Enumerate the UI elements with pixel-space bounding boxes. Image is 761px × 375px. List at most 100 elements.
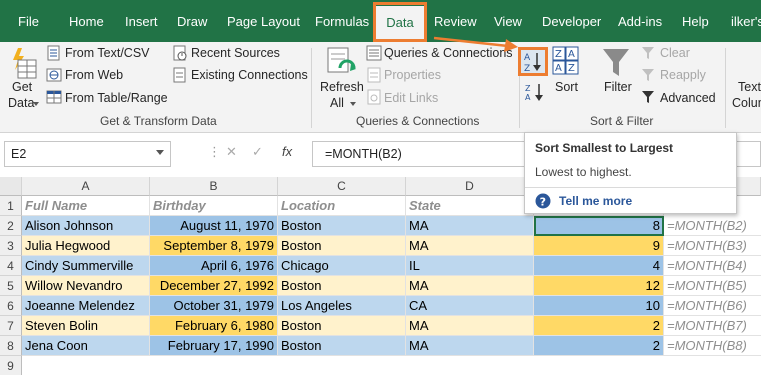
cell-location[interactable]: Boston: [278, 276, 406, 296]
cell-birthday[interactable]: December 27, 1992: [150, 276, 278, 296]
cell-state[interactable]: CA: [406, 296, 534, 316]
cell-formula-note[interactable]: =MONTH(B7): [664, 316, 761, 336]
reapply-button[interactable]: Reapply: [660, 68, 706, 82]
row-header[interactable]: 9: [0, 356, 22, 375]
filter-button[interactable]: Filter: [604, 80, 632, 94]
clear-button[interactable]: Clear: [660, 46, 690, 60]
cell-month[interactable]: 10: [534, 296, 664, 316]
cell-birthday[interactable]: April 6, 1976: [150, 256, 278, 276]
group-label-queries: Queries & Connections: [356, 114, 480, 128]
refresh-all-label-1[interactable]: Refresh: [320, 80, 364, 94]
cell-month[interactable]: 9: [534, 236, 664, 256]
column-header-c[interactable]: C: [278, 177, 406, 196]
tab-home[interactable]: Home: [69, 0, 104, 42]
cell-birthday[interactable]: August 11, 1970: [150, 216, 278, 236]
cell-name[interactable]: Cindy Summerville: [22, 256, 150, 276]
sort-smallest-to-largest-button[interactable]: A Z: [518, 47, 548, 76]
cell-birthday[interactable]: September 8, 1979: [150, 236, 278, 256]
advanced-button[interactable]: Advanced: [660, 91, 716, 105]
header-cell-name[interactable]: Full Name: [22, 196, 150, 216]
column-header-b[interactable]: B: [150, 177, 278, 196]
cell-state[interactable]: MA: [406, 336, 534, 356]
row-header[interactable]: 4: [0, 256, 22, 276]
from-text-csv-button[interactable]: From Text/CSV: [65, 46, 150, 60]
row-header[interactable]: 1: [0, 196, 22, 216]
tab-page-layout[interactable]: Page Layout: [227, 0, 300, 42]
name-box[interactable]: E2: [4, 141, 171, 167]
row-header[interactable]: 3: [0, 236, 22, 256]
row-header[interactable]: 5: [0, 276, 22, 296]
get-data-label-2[interactable]: Data: [8, 96, 34, 110]
tab-add-ins[interactable]: Add-ins: [618, 0, 662, 42]
cell-location[interactable]: Boston: [278, 316, 406, 336]
tab-developer[interactable]: Developer: [542, 0, 601, 42]
cell-state[interactable]: MA: [406, 316, 534, 336]
cell-month[interactable]: 4: [534, 256, 664, 276]
text-to-columns-label-1[interactable]: Text: [738, 80, 761, 94]
header-cell-state[interactable]: State: [406, 196, 534, 216]
column-header-a[interactable]: A: [22, 177, 150, 196]
cell-state[interactable]: MA: [406, 276, 534, 296]
cell-name[interactable]: Julia Hegwood: [22, 236, 150, 256]
refresh-all-label-2[interactable]: All: [330, 96, 344, 110]
cell-month[interactable]: 2: [534, 316, 664, 336]
sort-button[interactable]: Sort: [555, 80, 578, 94]
tab-data[interactable]: Data: [376, 6, 424, 42]
cell-month[interactable]: 12: [534, 276, 664, 296]
cell-location[interactable]: Boston: [278, 216, 406, 236]
cell-name[interactable]: Willow Nevandro: [22, 276, 150, 296]
select-all-corner[interactable]: [0, 177, 22, 196]
row-header[interactable]: 6: [0, 296, 22, 316]
column-header-d[interactable]: D: [406, 177, 534, 196]
cell-state[interactable]: MA: [406, 236, 534, 256]
tab-file[interactable]: File: [18, 0, 39, 42]
tab-formulas[interactable]: Formulas: [315, 0, 369, 42]
row-header[interactable]: 7: [0, 316, 22, 336]
tab-insert[interactable]: Insert: [125, 0, 158, 42]
cell-location[interactable]: Boston: [278, 336, 406, 356]
cell-birthday[interactable]: February 17, 1990: [150, 336, 278, 356]
cell-location[interactable]: Chicago: [278, 256, 406, 276]
cell-location[interactable]: Los Angeles: [278, 296, 406, 316]
tab-user[interactable]: ilker's: [731, 0, 761, 42]
cell-state[interactable]: IL: [406, 256, 534, 276]
enter-icon[interactable]: ✓: [252, 144, 263, 160]
cell-month-selected[interactable]: 8: [534, 216, 664, 236]
header-cell-location[interactable]: Location: [278, 196, 406, 216]
cell-name[interactable]: Alison Johnson: [22, 216, 150, 236]
edit-links-button[interactable]: Edit Links: [384, 91, 438, 105]
get-data-dropdown-icon[interactable]: [33, 102, 39, 106]
sort-descending-icon[interactable]: Z A: [524, 82, 546, 102]
cell-birthday[interactable]: October 31, 1979: [150, 296, 278, 316]
text-to-columns-label-2[interactable]: Colum: [732, 96, 761, 110]
cell-name[interactable]: Jena Coon: [22, 336, 150, 356]
cancel-icon[interactable]: ✕: [226, 144, 237, 160]
recent-sources-button[interactable]: Recent Sources: [191, 46, 280, 60]
cell-month[interactable]: 2: [534, 336, 664, 356]
cell-birthday[interactable]: February 6, 1980: [150, 316, 278, 336]
from-web-button[interactable]: From Web: [65, 68, 123, 82]
cell-formula-note[interactable]: =MONTH(B5): [664, 276, 761, 296]
cell-formula-note[interactable]: =MONTH(B6): [664, 296, 761, 316]
row-header[interactable]: 8: [0, 336, 22, 356]
cell-state[interactable]: MA: [406, 216, 534, 236]
cell-formula-note[interactable]: =MONTH(B2): [664, 216, 761, 236]
name-box-dropdown-icon[interactable]: [156, 150, 164, 155]
existing-connections-button[interactable]: Existing Connections: [191, 68, 308, 82]
get-data-label-1[interactable]: Get: [12, 80, 32, 94]
cell-name[interactable]: Steven Bolin: [22, 316, 150, 336]
header-cell-birthday[interactable]: Birthday: [150, 196, 278, 216]
cell-name[interactable]: Joeanne Melendez: [22, 296, 150, 316]
cell-formula-note[interactable]: =MONTH(B3): [664, 236, 761, 256]
tab-draw[interactable]: Draw: [177, 0, 207, 42]
cell-location[interactable]: Boston: [278, 236, 406, 256]
cell-formula-note[interactable]: =MONTH(B8): [664, 336, 761, 356]
from-table-range-button[interactable]: From Table/Range: [65, 91, 168, 105]
refresh-dropdown-icon[interactable]: [350, 102, 356, 106]
tab-help[interactable]: Help: [682, 0, 709, 42]
cell-formula-note[interactable]: =MONTH(B4): [664, 256, 761, 276]
tell-me-more-link[interactable]: Tell me more: [559, 194, 632, 208]
row-header[interactable]: 2: [0, 216, 22, 236]
insert-function-icon[interactable]: fx: [282, 144, 292, 159]
properties-button[interactable]: Properties: [384, 68, 441, 82]
